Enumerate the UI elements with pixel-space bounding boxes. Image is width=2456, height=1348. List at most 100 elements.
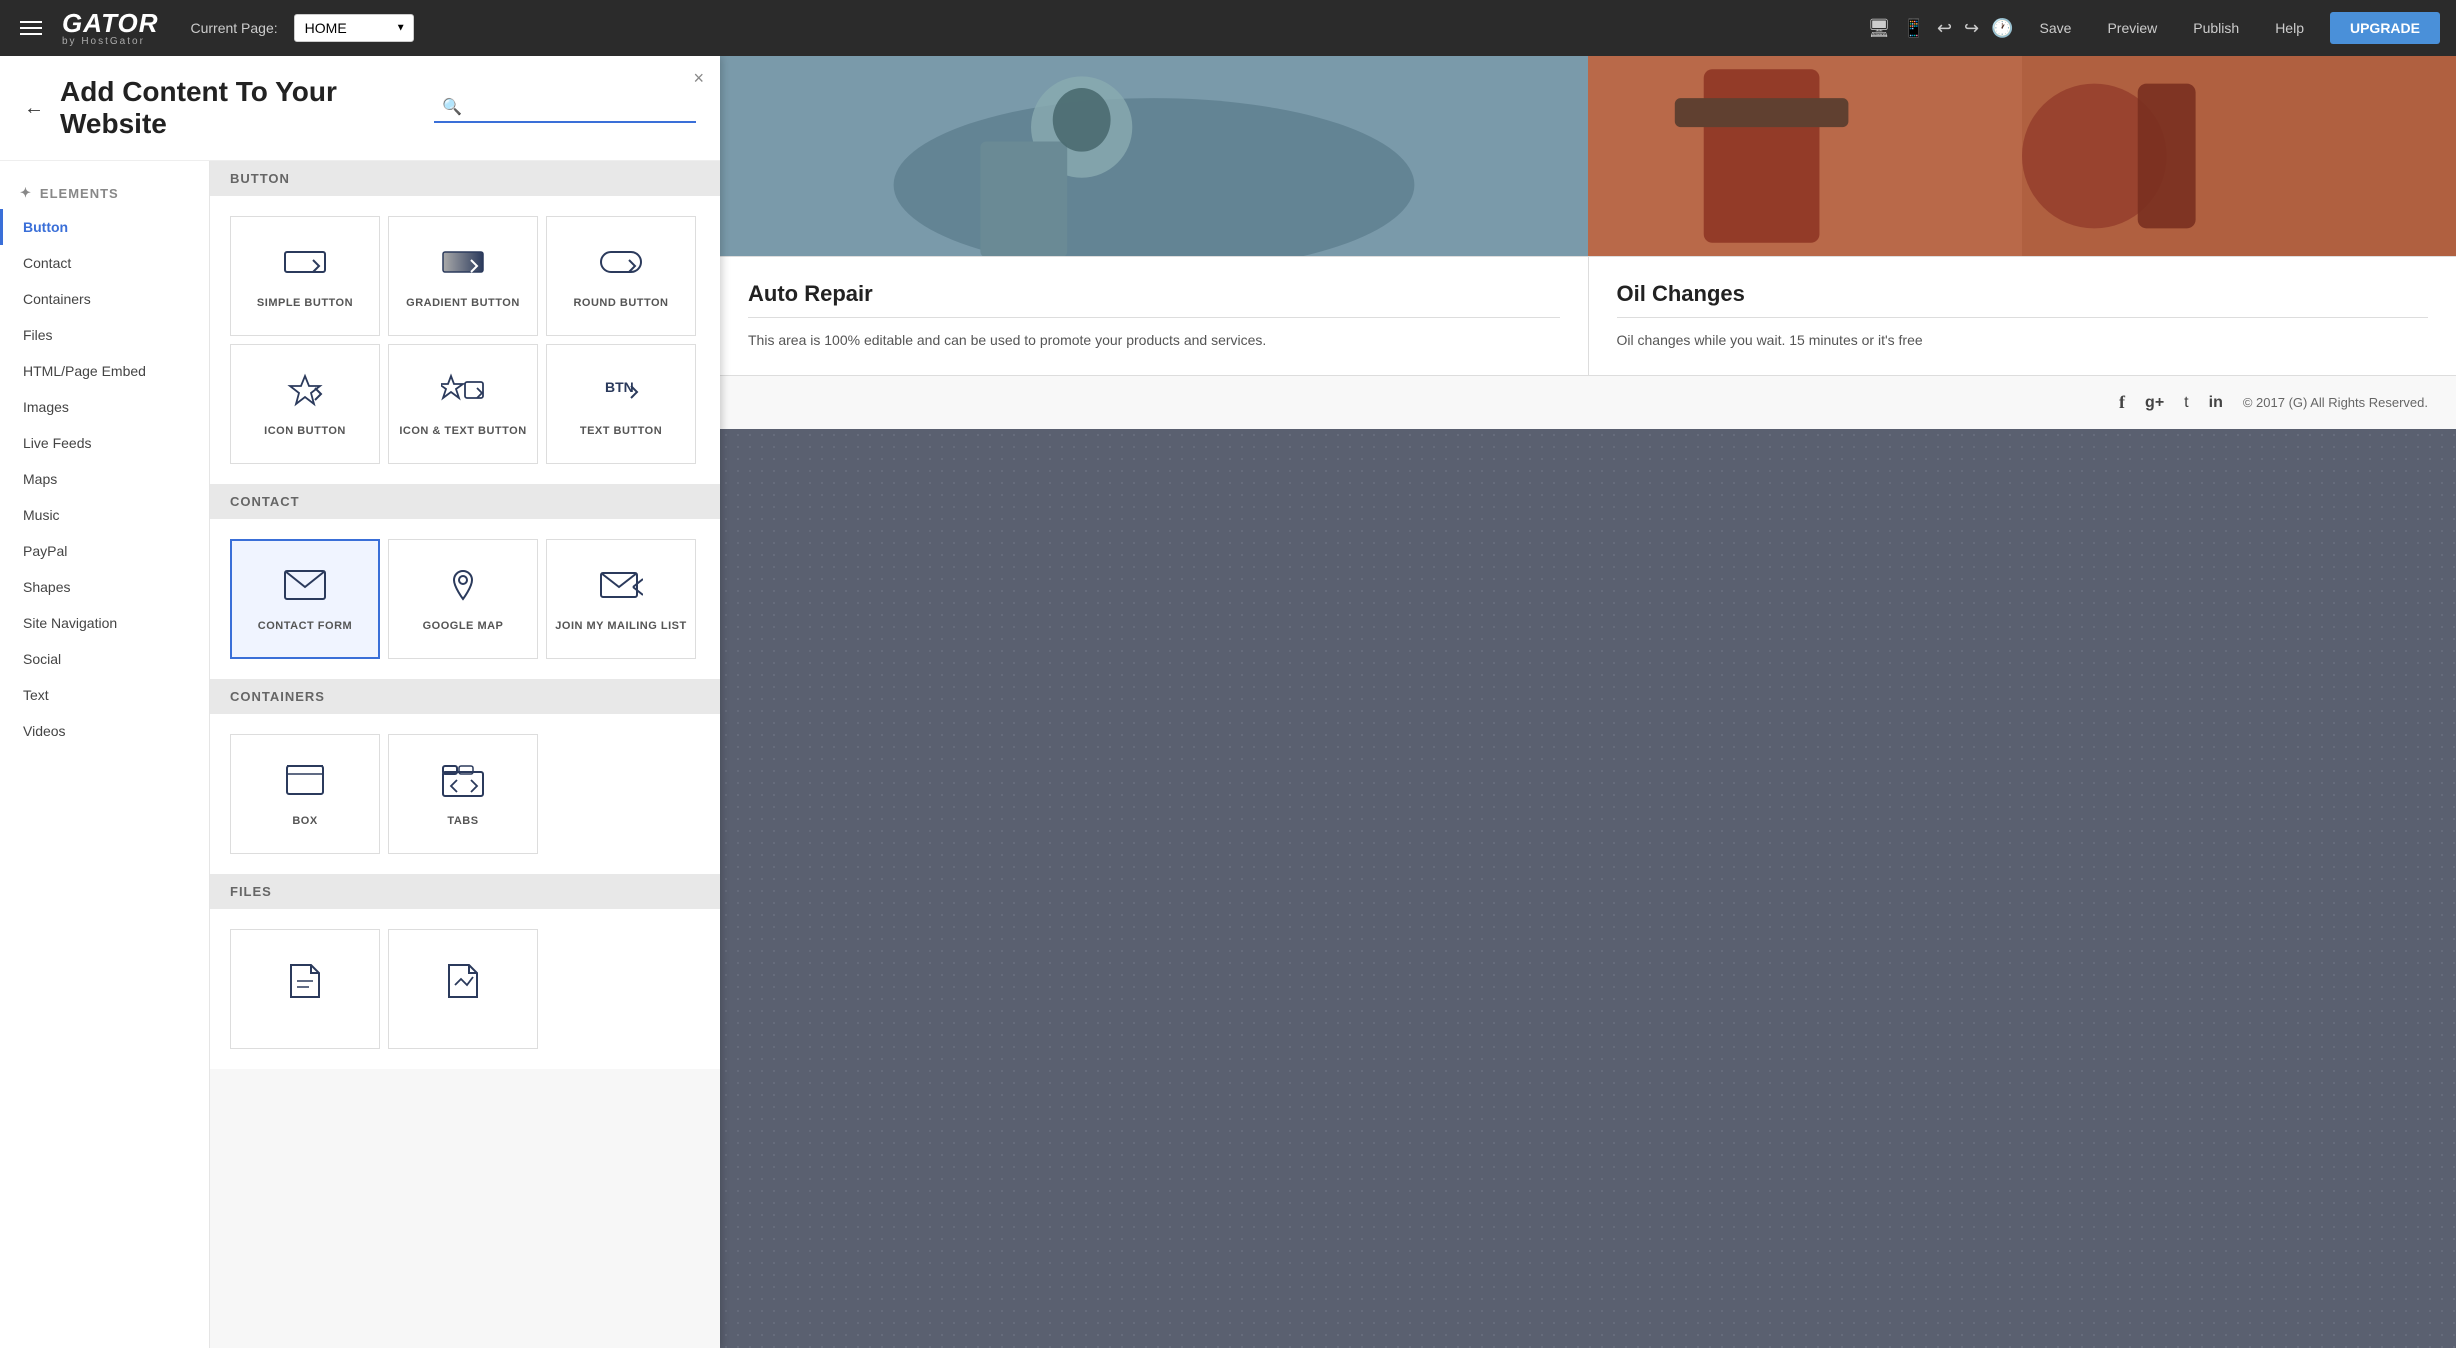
icon-text-button-icon xyxy=(441,372,485,415)
auto-repair-text: This area is 100% editable and can be us… xyxy=(748,330,1560,351)
panel-header: ← Add Content To Your Website 🔍 × xyxy=(0,56,720,161)
footer-copyright: © 2017 (G) All Rights Reserved. xyxy=(2243,395,2428,410)
sidebar-item-live-feeds[interactable]: Live Feeds xyxy=(0,425,209,461)
sidebar-item-videos[interactable]: Videos xyxy=(0,713,209,749)
files-section-header: FILES xyxy=(210,874,720,909)
button-section: BUTTON SIMPLE BUTTON xyxy=(210,161,720,484)
sidebar-item-html-page-embed[interactable]: HTML/Page Embed xyxy=(0,353,209,389)
text-button-item[interactable]: BTN TEXT BUTTON xyxy=(546,344,696,464)
gradient-button-label: GRADIENT BUTTON xyxy=(406,297,520,309)
page-select[interactable]: HOME xyxy=(294,14,414,42)
help-button[interactable]: Help xyxy=(2265,14,2314,42)
undo-icon[interactable]: ↩ xyxy=(1937,18,1952,39)
auto-repair-title: Auto Repair xyxy=(748,281,1560,318)
right-preview: Auto Repair This area is 100% editable a… xyxy=(720,56,2456,1348)
left-panel: ← Add Content To Your Website 🔍 × ✦ ELEM… xyxy=(0,56,720,1348)
preview-card-auto-repair: Auto Repair This area is 100% editable a… xyxy=(720,257,1589,375)
preview-footer: f g+ t in © 2017 (G) All Rights Reserved… xyxy=(720,375,2456,429)
files-section: FILES xyxy=(210,874,720,1069)
containers-items-grid: BOX xyxy=(210,714,720,874)
logo-main-text: GATOR xyxy=(62,10,158,36)
google-map-label: GOOGLE MAP xyxy=(423,620,504,632)
page-select-wrapper: HOME xyxy=(294,14,414,42)
icon-button-label: ICON BUTTON xyxy=(264,425,346,437)
upgrade-button[interactable]: UPGRADE xyxy=(2330,12,2440,44)
redo-icon[interactable]: ↪ xyxy=(1964,18,1979,39)
containers-section: CONTAINERS BOX xyxy=(210,679,720,874)
hamburger-menu[interactable] xyxy=(16,17,46,39)
monitor-icon[interactable]: 🖥 xyxy=(1868,18,1891,39)
content-area: BUTTON SIMPLE BUTTON xyxy=(210,161,720,1348)
current-page-label: Current Page: xyxy=(190,20,277,36)
sidebar-item-contact[interactable]: Contact xyxy=(0,245,209,281)
round-button-item[interactable]: ROUND BUTTON xyxy=(546,216,696,336)
logo-sub-text: by HostGator xyxy=(62,36,158,47)
box-item[interactable]: BOX xyxy=(230,734,380,854)
publish-button[interactable]: Publish xyxy=(2183,14,2249,42)
file2-icon xyxy=(441,963,485,1006)
icon-text-button-item[interactable]: ICON & TEXT BUTTON xyxy=(388,344,538,464)
sidebar-item-button[interactable]: Button xyxy=(0,209,209,245)
sidebar-item-music[interactable]: Music xyxy=(0,497,209,533)
icon-text-button-label: ICON & TEXT BUTTON xyxy=(399,425,526,437)
elements-sidebar: ✦ ELEMENTS Button Contact Containers Fil… xyxy=(0,161,210,1348)
text-button-icon: BTN xyxy=(599,372,643,415)
history-icon[interactable]: 🕐 xyxy=(1991,18,2013,39)
preview-button[interactable]: Preview xyxy=(2097,14,2167,42)
navbar-icons: 🖥 📱 ↩ ↪ 🕐 xyxy=(1868,18,2014,39)
preview-image-tools xyxy=(1588,56,2456,256)
panel-back-button[interactable]: ← xyxy=(24,97,44,120)
sidebar-item-files[interactable]: Files xyxy=(0,317,209,353)
icon-button-icon xyxy=(283,372,327,415)
twitter-icon[interactable]: t xyxy=(2184,394,2188,412)
file-item-2[interactable] xyxy=(388,929,538,1049)
sidebar-item-images[interactable]: Images xyxy=(0,389,209,425)
contact-form-item[interactable]: CONTACT FORM xyxy=(230,539,380,659)
search-icon: 🔍 xyxy=(442,97,462,117)
box-label: BOX xyxy=(292,815,317,827)
round-button-icon xyxy=(599,244,643,287)
close-icon[interactable]: × xyxy=(693,68,704,89)
google-map-item[interactable]: GOOGLE MAP xyxy=(388,539,538,659)
google-map-icon xyxy=(441,567,485,610)
mailing-list-label: JOIN MY MAILING LIST xyxy=(555,620,686,632)
button-section-header: BUTTON xyxy=(210,161,720,196)
sidebar-item-social[interactable]: Social xyxy=(0,641,209,677)
main-layout: ← Add Content To Your Website 🔍 × ✦ ELEM… xyxy=(0,56,2456,1348)
gradient-button-item[interactable]: GRADIENT BUTTON xyxy=(388,216,538,336)
googleplus-icon[interactable]: g+ xyxy=(2145,394,2164,412)
linkedin-icon[interactable]: in xyxy=(2209,394,2223,412)
simple-button-icon xyxy=(283,244,327,287)
tabs-item[interactable]: TABS xyxy=(388,734,538,854)
mailing-list-item[interactable]: JOIN MY MAILING LIST xyxy=(546,539,696,659)
sidebar-item-text[interactable]: Text xyxy=(0,677,209,713)
tablet-icon[interactable]: 📱 xyxy=(1903,18,1925,39)
sidebar-item-site-navigation[interactable]: Site Navigation xyxy=(0,605,209,641)
round-button-label: ROUND BUTTON xyxy=(573,297,668,309)
facebook-icon[interactable]: f xyxy=(2119,392,2125,413)
box-icon xyxy=(283,762,327,805)
containers-section-header: CONTAINERS xyxy=(210,679,720,714)
file-item-1[interactable] xyxy=(230,929,380,1049)
files-items-grid xyxy=(210,909,720,1069)
sidebar-item-containers[interactable]: Containers xyxy=(0,281,209,317)
contact-form-label: CONTACT FORM xyxy=(258,620,352,632)
sidebar-item-shapes[interactable]: Shapes xyxy=(0,569,209,605)
contact-items-grid: CONTACT FORM GOOGLE MAP xyxy=(210,519,720,679)
save-button[interactable]: Save xyxy=(2030,14,2082,42)
preview-card-oil-changes: Oil Changes Oil changes while you wait. … xyxy=(1589,257,2456,375)
preview-website-content: Auto Repair This area is 100% editable a… xyxy=(720,56,2456,429)
preview-image-car xyxy=(720,56,1588,256)
panel-search-container: 🔍 xyxy=(434,93,696,123)
sidebar-item-paypal[interactable]: PayPal xyxy=(0,533,209,569)
contact-section: CONTACT CONTACT FORM xyxy=(210,484,720,679)
icon-button-item[interactable]: ICON BUTTON xyxy=(230,344,380,464)
button-items-grid: SIMPLE BUTTON GRADIENT BUT xyxy=(210,196,720,484)
preview-cards-row: Auto Repair This area is 100% editable a… xyxy=(720,256,2456,375)
elements-section-label: ✦ ELEMENTS xyxy=(0,177,209,209)
search-input[interactable] xyxy=(468,98,688,116)
file1-icon xyxy=(283,963,327,1006)
simple-button-item[interactable]: SIMPLE BUTTON xyxy=(230,216,380,336)
panel-body: ✦ ELEMENTS Button Contact Containers Fil… xyxy=(0,161,720,1348)
sidebar-item-maps[interactable]: Maps xyxy=(0,461,209,497)
